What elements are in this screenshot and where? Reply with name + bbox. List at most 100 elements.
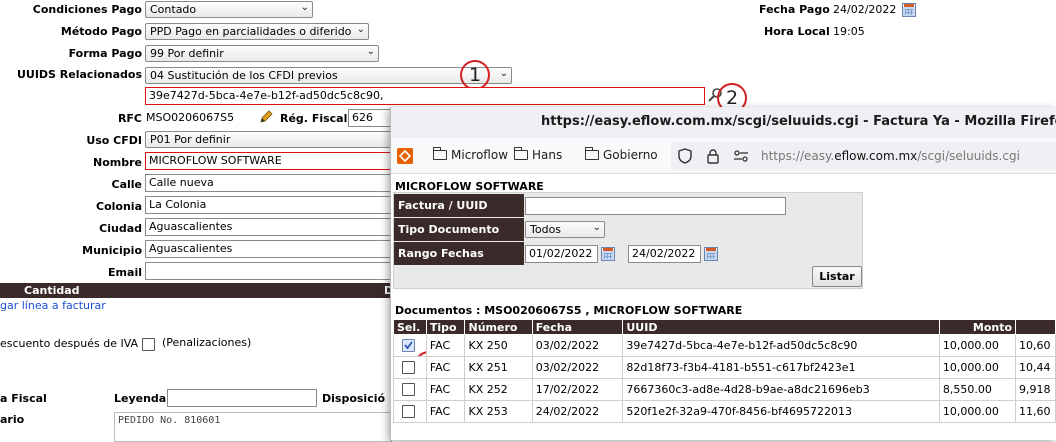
email-input[interactable] (145, 262, 392, 280)
fecha-pago-label: Fecha Pago (759, 3, 830, 16)
fecha-cell: 03/02/2022 (531, 356, 624, 379)
window-title: https://easy.eflow.com.mx/scgi/seluuids.… (391, 107, 1056, 138)
url-domain: eflow.com.mx (834, 149, 918, 163)
extra-cell: 9,918 (1015, 378, 1056, 401)
extra-cell: 10,44 (1015, 356, 1056, 379)
bookmark-label: Microflow (451, 148, 509, 162)
documents-table: Sel. Tipo Número Fecha UUID Monto 3 FAC … (393, 319, 1056, 423)
municipio-input[interactable]: Aguascalientes (145, 240, 392, 258)
uuid-selector-window: https://easy.eflow.com.mx/scgi/seluuids.… (390, 107, 1056, 440)
agregar-linea-link[interactable]: gar línea a facturar (0, 299, 106, 312)
documents-heading: Documentos : MSO0206067S5 , MICROFLOW SO… (395, 304, 743, 317)
ciudad-input[interactable]: Aguascalientes (145, 218, 392, 236)
uuid-cell: 82d18f73-f3b4-4181-b551-c617bf2423e1 (622, 356, 940, 379)
nombre-label: Nombre (93, 156, 142, 169)
hora-local-value: 19:05 (833, 25, 865, 38)
row-checkbox[interactable] (402, 339, 415, 352)
rango-fechas-label: Rango Fechas (394, 242, 524, 265)
col-numero: Número (464, 319, 533, 335)
pencil-icon[interactable] (258, 109, 274, 125)
table-row[interactable]: FAC KX 252 17/02/2022 7667360c3-ad8e-4d2… (393, 378, 1056, 401)
rfc-label: RFC (117, 112, 142, 125)
rfc-value: MSO0206067S5 (146, 111, 235, 124)
monto-cell: 10,000.00 (938, 334, 1017, 357)
fecha-hasta-input[interactable]: 24/02/2022 (628, 245, 701, 263)
tipo-cell: FAC (425, 334, 466, 357)
uuids-input[interactable]: 39e7427d-5bca-4e7e-b12f-ad50dc5c8c90, (145, 87, 705, 105)
condiciones-pago-select[interactable]: Contado ⌄ (145, 1, 313, 18)
leyenda-label: Leyenda (114, 392, 167, 405)
bookmark-gobierno[interactable]: Gobierno (585, 147, 658, 162)
row-checkbox[interactable] (402, 361, 415, 374)
metodo-pago-value: PPD Pago en parcialidades o diferido (150, 25, 352, 38)
folder-icon (585, 147, 599, 160)
url-bar[interactable]: https://easy.eflow.com.mx/scgi/seluuids.… (671, 142, 1056, 170)
forma-pago-value: 99 Por definir (150, 47, 224, 60)
leyenda-input[interactable] (167, 389, 317, 407)
browser-toolbar: Microflow Hans Gobierno https://easy.efl… (391, 138, 1056, 174)
shield-icon[interactable] (677, 148, 693, 164)
colonia-input[interactable]: La Colonia (145, 196, 392, 214)
tipo-cell: FAC (425, 400, 466, 423)
calle-input[interactable]: Calle nueva (145, 174, 392, 192)
comments-textarea[interactable]: PEDIDO No. 810601 (114, 412, 392, 442)
metodo-pago-select[interactable]: PPD Pago en parcialidades o diferido ⌄ (145, 23, 369, 40)
fecha-desde-input[interactable]: 01/02/2022 (525, 245, 598, 263)
colonia-label: Colonia (96, 200, 142, 213)
uuids-relacionados-select[interactable]: 04 Sustitución de los CFDI previos ⌄ (145, 67, 512, 84)
calle-label: Calle (111, 178, 143, 191)
calendar-icon[interactable] (902, 3, 916, 17)
table-row[interactable]: FAC KX 251 03/02/2022 82d18f73-f3b4-4181… (393, 356, 1056, 379)
table-row[interactable]: 3 FAC KX 250 03/02/2022 39e7427d-5bca-4e… (393, 334, 1056, 357)
chevron-down-icon: ⌄ (300, 2, 309, 13)
forma-pago-select[interactable]: 99 Por definir ⌄ (145, 45, 379, 62)
filter-panel: Factura / UUID Tipo Documento Todos ⌄ Ra… (393, 192, 863, 289)
uso-cfdi-label: Uso CFDI (86, 134, 142, 147)
condiciones-pago-label: Condiciones Pago (32, 3, 142, 16)
calendar-icon[interactable] (704, 247, 718, 261)
chevron-down-icon: ⌄ (499, 68, 508, 79)
monto-cell: 10,000.00 (938, 400, 1017, 423)
tipo-documento-select[interactable]: Todos ⌄ (525, 221, 605, 238)
tipo-cell: FAC (425, 378, 466, 401)
bookmark-hans[interactable]: Hans (514, 147, 563, 162)
reg-fiscal-label: Rég. Fiscal (280, 112, 348, 125)
table-row[interactable]: FAC KX 253 24/02/2022 520f1e2f-32a9-470f… (393, 400, 1056, 423)
chevron-down-icon: ⌄ (592, 222, 601, 233)
reg-fiscal-input[interactable]: 626 (348, 109, 392, 127)
row-checkbox[interactable] (402, 405, 415, 418)
select-cell (393, 378, 427, 401)
listar-button[interactable]: Listar (812, 266, 862, 287)
descuento-label: escuento después de IVA (0, 337, 139, 350)
ciudad-label: Ciudad (99, 222, 142, 235)
permissions-icon[interactable] (733, 148, 749, 164)
uuid-cell: 39e7427d-5bca-4e7e-b12f-ad50dc5c8c90 (622, 334, 940, 357)
row-checkbox[interactable] (402, 383, 415, 396)
folder-icon (514, 147, 528, 160)
uuid-cell: 7667360c3-ad8e-4d28-b9ae-a8dc21696eb3 (622, 378, 940, 401)
a-fiscal-label: a Fiscal (0, 392, 47, 405)
url-path: /scgi/seluuids.cgi (917, 149, 1020, 163)
municipio-label: Municipio (82, 244, 142, 257)
disposicion-label: Disposició (322, 392, 386, 405)
select-cell (393, 356, 427, 379)
bookmark-label: Gobierno (603, 148, 658, 162)
ario-label: ario (0, 413, 25, 426)
microflow-logo-icon (397, 148, 413, 164)
calendar-icon[interactable] (601, 247, 615, 261)
descuento-checkbox[interactable] (142, 338, 155, 351)
bookmark-label: Hans (532, 148, 563, 162)
lock-icon[interactable] (705, 148, 721, 164)
url-text: https://easy.eflow.com.mx/scgi/seluuids.… (761, 149, 1020, 163)
nombre-input[interactable]: MICROFLOW SOFTWARE (145, 152, 392, 170)
col-fecha: Fecha (531, 319, 624, 335)
uso-cfdi-select[interactable]: P01 Por definir (145, 131, 392, 148)
col-monto: Monto (938, 319, 1017, 335)
factura-uuid-input[interactable] (525, 197, 786, 215)
items-header-bar: Cantidad D (0, 283, 393, 298)
tipo-cell: FAC (425, 356, 466, 379)
bookmark-microflow[interactable]: Microflow (433, 147, 509, 162)
condiciones-pago-value: Contado (150, 3, 197, 16)
uso-cfdi-value: P01 Por definir (150, 133, 231, 146)
chevron-down-icon: ⌄ (366, 46, 375, 57)
